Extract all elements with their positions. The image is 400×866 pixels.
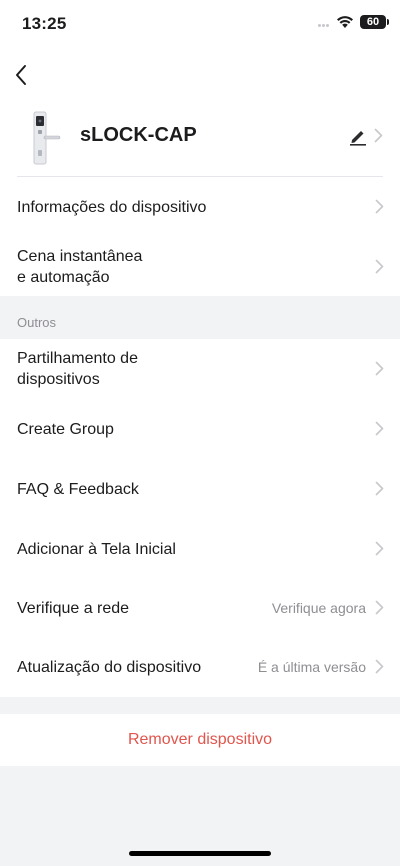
device-name: sLOCK-CAP: [80, 124, 197, 146]
row-label: Create Group: [17, 421, 114, 438]
faq-feedback-row[interactable]: FAQ & Feedback: [0, 459, 400, 519]
row-label: FAQ & Feedback: [17, 481, 139, 498]
chevron-right-icon: [375, 600, 384, 615]
row-label-line1: Cena instantânea: [17, 248, 143, 265]
chevron-right-icon: [375, 421, 384, 436]
firmware-update-row[interactable]: Atualização do dispositivo É a última ve…: [0, 638, 400, 697]
battery-icon: 60: [360, 15, 389, 29]
row-label-line2: e automação: [17, 269, 110, 286]
edit-pencil-icon[interactable]: [348, 126, 368, 146]
row-label: Verifique a rede: [17, 600, 130, 617]
status-bar: 13:25 60: [0, 0, 400, 50]
chevron-right-icon: [375, 659, 384, 674]
battery-level: 60: [366, 15, 380, 28]
chevron-right-icon: [375, 541, 384, 556]
wifi-icon: [337, 16, 353, 28]
smart-lock-image: [33, 111, 61, 165]
section-title: Outros: [17, 315, 57, 330]
row-label: Atualização do dispositivo: [17, 659, 202, 676]
home-indicator: [129, 851, 271, 856]
cellular-signal-icon: [318, 17, 330, 27]
chevron-right-icon: [375, 199, 384, 214]
chevron-right-icon: [375, 259, 384, 274]
device-settings-top-card: sLOCK-CAP Informações do dispositivo Cen…: [0, 50, 400, 296]
row-value: É a última versão: [257, 659, 366, 675]
row-label: Adicionar à Tela Inicial: [17, 541, 176, 558]
chevron-right-icon: [375, 481, 384, 496]
status-time: 13:25: [22, 14, 67, 33]
back-chevron-icon: [16, 65, 26, 85]
remove-device-button[interactable]: Remover dispositivo: [0, 714, 400, 766]
back-button[interactable]: [8, 56, 36, 86]
row-label-line2: dispositivos: [17, 371, 100, 388]
row-value: Verifique agora: [271, 600, 366, 616]
create-group-row[interactable]: Create Group: [0, 399, 400, 459]
status-indicators: 60: [318, 15, 389, 29]
row-label-line1: Partilhamento de: [17, 350, 138, 367]
row-label: Informações do dispositivo: [17, 199, 207, 216]
device-info-row[interactable]: Informações do dispositivo: [0, 177, 400, 235]
others-list: Partilhamento de dispositivos Create Gro…: [0, 339, 400, 697]
chevron-right-icon: [374, 128, 383, 143]
remove-device-card: Remover dispositivo: [0, 714, 400, 766]
check-network-row[interactable]: Verifique a rede Verifique agora: [0, 579, 400, 638]
device-sharing-row[interactable]: Partilhamento de dispositivos: [0, 339, 400, 399]
scene-automation-row[interactable]: Cena instantânea e automação: [0, 235, 400, 296]
add-to-home-screen-row[interactable]: Adicionar à Tela Inicial: [0, 519, 400, 579]
device-header[interactable]: sLOCK-CAP: [0, 102, 400, 176]
chevron-right-icon: [375, 361, 384, 376]
